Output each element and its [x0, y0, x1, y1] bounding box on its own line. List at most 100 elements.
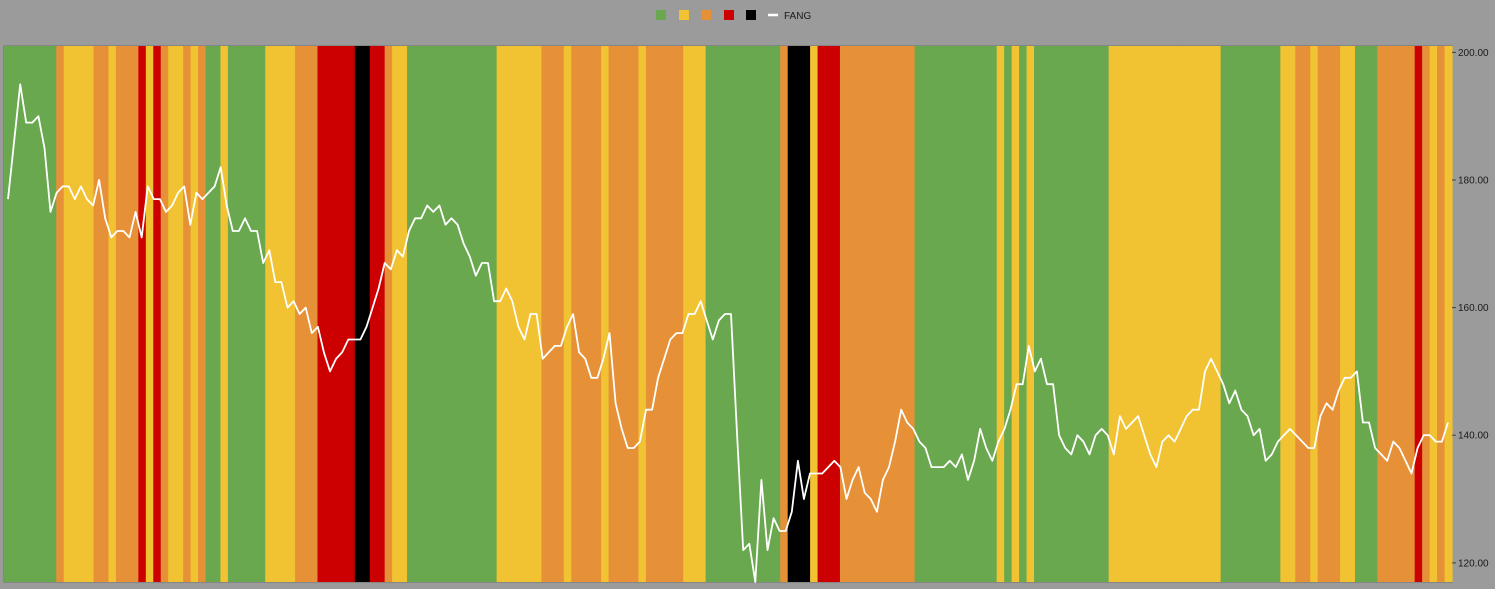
- regime-band-orange: [653, 46, 662, 582]
- regime-band-yellow: [1340, 46, 1349, 582]
- regime-band-green: [414, 46, 423, 582]
- regime-band-yellow: [108, 46, 117, 582]
- regime-band-orange: [608, 46, 617, 582]
- regime-band-yellow: [1347, 46, 1356, 582]
- regime-band-red: [138, 46, 147, 582]
- regime-band-green: [1257, 46, 1266, 582]
- regime-band-green: [1078, 46, 1087, 582]
- regime-band-yellow: [1138, 46, 1147, 582]
- regime-band-green: [1250, 46, 1259, 582]
- regime-band-green: [1056, 46, 1065, 582]
- regime-band-green: [966, 46, 975, 582]
- regime-band-orange: [130, 46, 139, 582]
- regime-band-black: [354, 46, 363, 582]
- legend: FANG: [656, 10, 811, 22]
- regime-band-orange: [541, 46, 550, 582]
- regime-band-black: [802, 46, 811, 582]
- regime-band-yellow: [1310, 46, 1319, 582]
- regime-band-yellow: [563, 46, 572, 582]
- regime-band-orange: [660, 46, 669, 582]
- regime-band-green: [914, 46, 923, 582]
- regime-band-orange: [115, 46, 125, 582]
- regime-band-green: [451, 46, 460, 582]
- regime-band-green: [1235, 46, 1244, 582]
- legend-swatch-yellow: [679, 10, 689, 20]
- regime-band-yellow: [1160, 46, 1169, 582]
- regime-band-yellow: [1026, 46, 1035, 582]
- regime-band-green: [974, 46, 983, 582]
- regime-band-yellow: [1190, 46, 1199, 582]
- regime-band-yellow: [287, 46, 296, 582]
- regime-band-green: [212, 46, 222, 582]
- regime-band-orange: [884, 46, 893, 582]
- regime-band-green: [735, 46, 744, 582]
- regime-band-red: [377, 46, 386, 582]
- regime-band-green: [1086, 46, 1095, 582]
- regime-band-yellow: [1429, 46, 1438, 582]
- regime-band-yellow: [63, 46, 72, 582]
- regime-band-yellow: [1205, 46, 1214, 582]
- regime-band-green: [1063, 46, 1072, 582]
- regime-band-red: [153, 46, 162, 582]
- legend-label-fang: FANG: [784, 11, 811, 22]
- regime-band-yellow: [1168, 46, 1177, 582]
- regime-band-orange: [1437, 46, 1446, 582]
- regime-band-black: [795, 46, 804, 582]
- regime-band-green: [1220, 46, 1229, 582]
- regime-band-green: [227, 46, 236, 582]
- regime-band-orange: [854, 46, 863, 582]
- y-tick-label: 160.00: [1458, 303, 1489, 314]
- regime-band-green: [421, 46, 431, 582]
- regime-band-green: [1093, 46, 1102, 582]
- regime-band-yellow: [1145, 46, 1155, 582]
- regime-band-yellow: [1123, 46, 1132, 582]
- regime-band-green: [989, 46, 998, 582]
- regime-band-red: [324, 46, 334, 582]
- regime-band-green: [459, 46, 468, 582]
- regime-band-green: [1354, 46, 1364, 582]
- regime-band-orange: [839, 46, 849, 582]
- regime-band-yellow: [168, 46, 177, 582]
- regime-band-orange: [1317, 46, 1326, 582]
- regime-band-red: [1414, 46, 1423, 582]
- regime-band-green: [772, 46, 781, 582]
- regime-band-orange: [123, 46, 132, 582]
- regime-band-orange: [1399, 46, 1408, 582]
- regime-band-yellow: [145, 46, 154, 582]
- regime-band-orange: [1332, 46, 1341, 582]
- regime-band-orange: [1302, 46, 1311, 582]
- regime-band-orange: [1407, 46, 1416, 582]
- regime-band-orange: [892, 46, 901, 582]
- regime-band-orange: [548, 46, 557, 582]
- regime-band-green: [713, 46, 722, 582]
- regime-band-green: [205, 46, 214, 582]
- regime-band-orange: [862, 46, 871, 582]
- regime-band-orange: [847, 46, 856, 582]
- regime-band-black: [787, 46, 796, 582]
- regime-band-yellow: [280, 46, 289, 582]
- regime-band-yellow: [638, 46, 647, 582]
- regime-band-green: [1272, 46, 1281, 582]
- regime-band-orange: [586, 46, 595, 582]
- regime-band-green: [959, 46, 968, 582]
- regime-band-yellow: [1183, 46, 1192, 582]
- regime-band-green: [48, 46, 57, 582]
- regime-band-yellow: [504, 46, 513, 582]
- regime-band-yellow: [175, 46, 184, 582]
- regime-band-orange: [616, 46, 625, 582]
- regime-band-green: [1019, 46, 1028, 582]
- regime-band-orange: [93, 46, 102, 582]
- regime-band-green: [1265, 46, 1274, 582]
- regime-band-orange: [56, 46, 65, 582]
- regime-band-red: [332, 46, 341, 582]
- regime-band-yellow: [496, 46, 505, 582]
- regime-band-red: [347, 46, 356, 582]
- regime-band-green: [1071, 46, 1080, 582]
- regime-band-orange: [556, 46, 565, 582]
- regime-band-green: [951, 46, 960, 582]
- regime-band-orange: [869, 46, 878, 582]
- regime-band-yellow: [1444, 46, 1453, 582]
- regime-band-yellow: [519, 46, 528, 582]
- regime-band-yellow: [272, 46, 281, 582]
- regime-band-yellow: [601, 46, 610, 582]
